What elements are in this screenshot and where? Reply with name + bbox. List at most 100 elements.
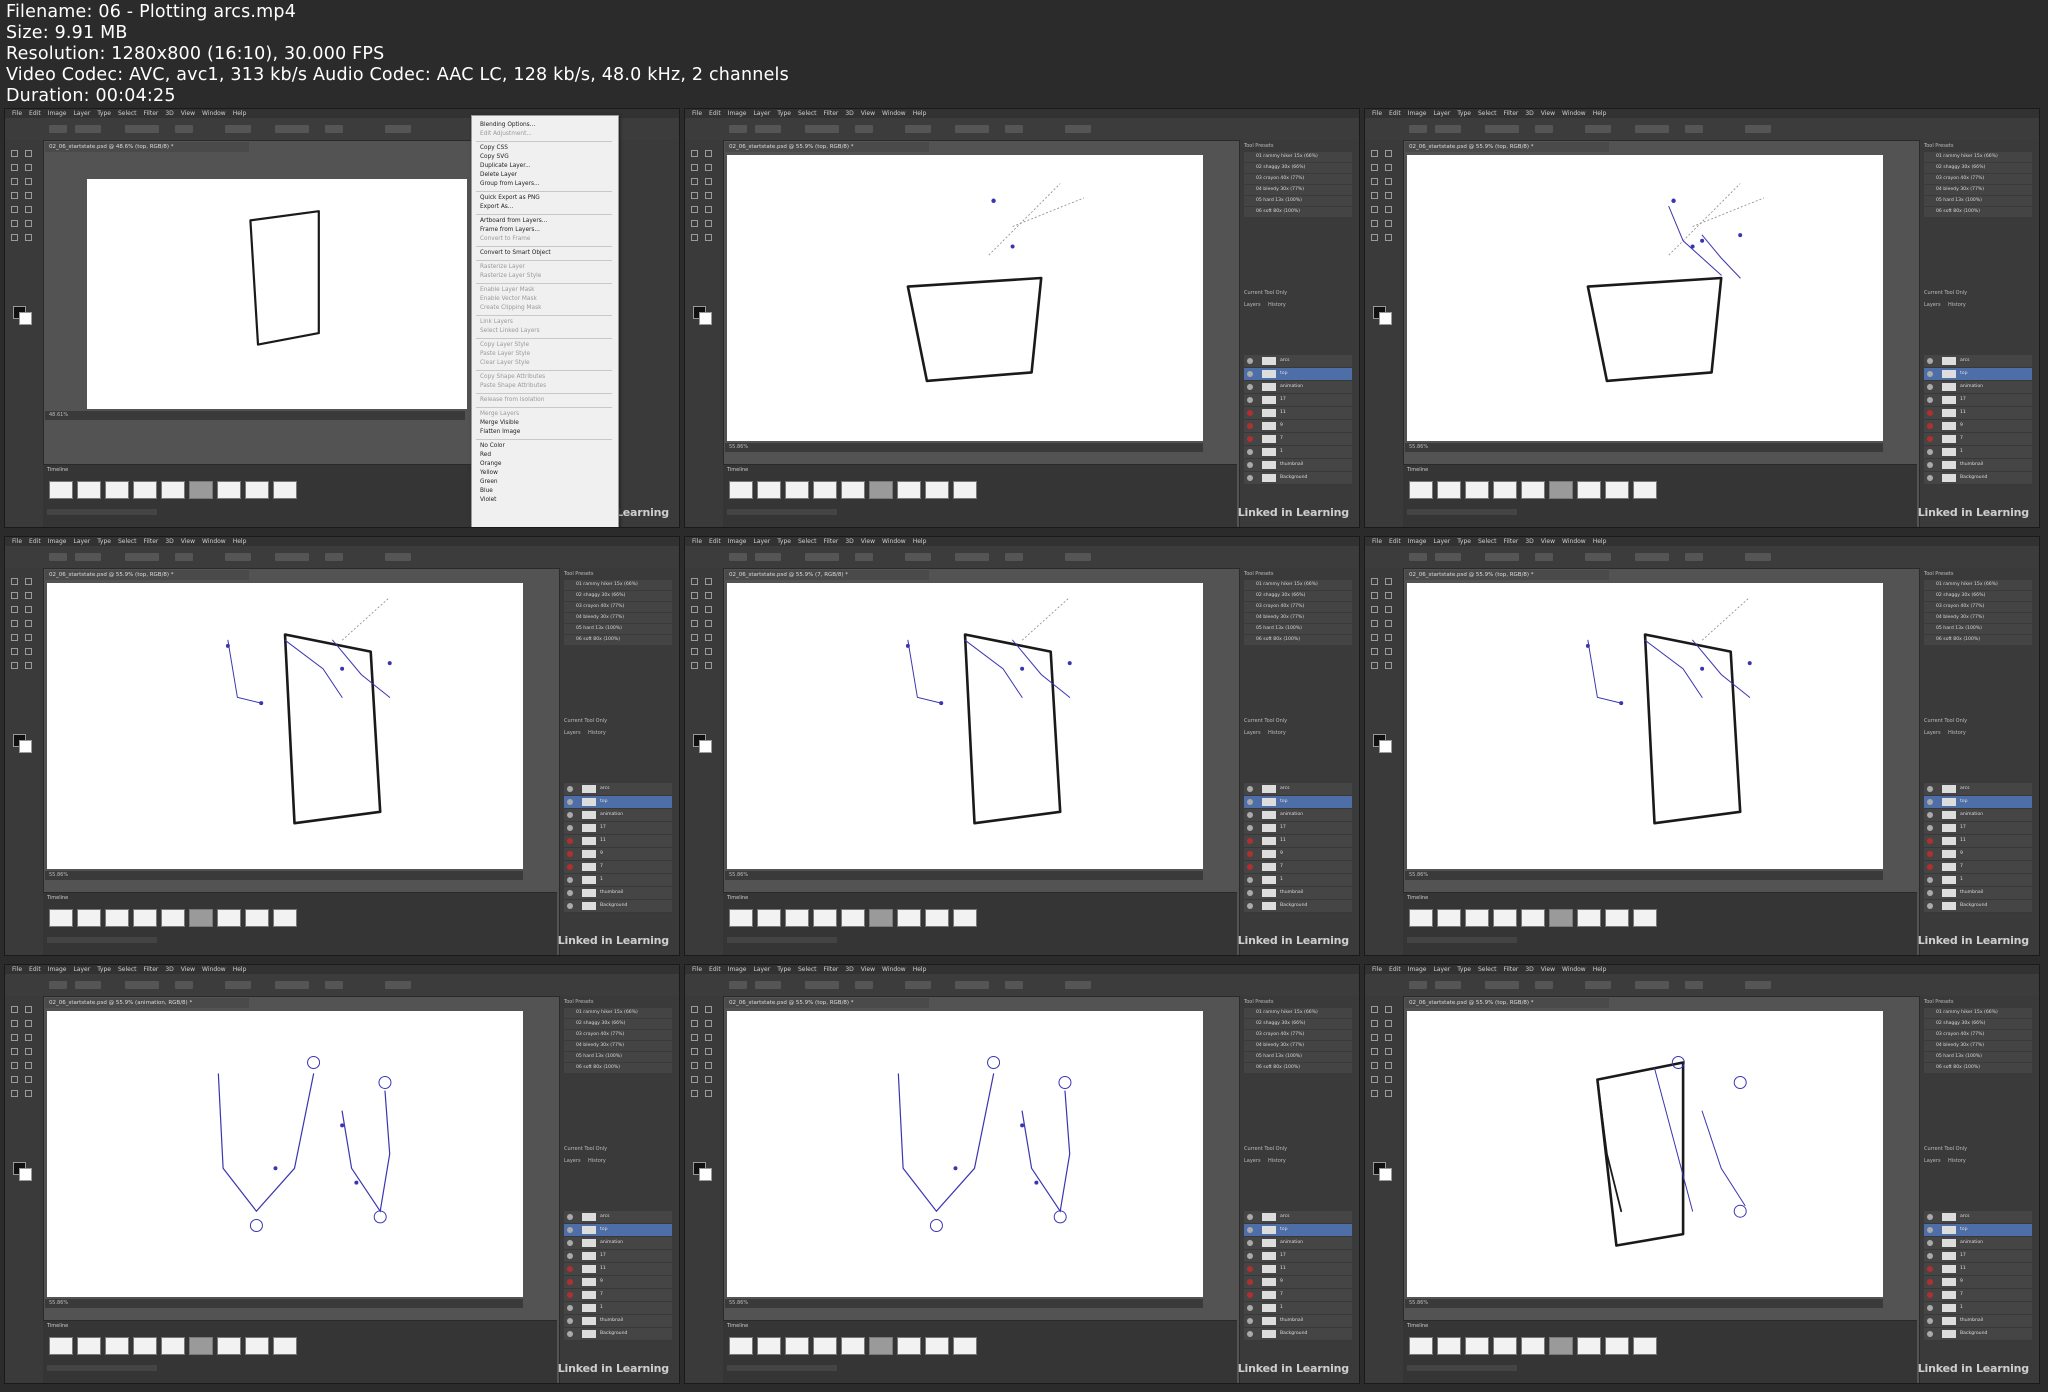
layer-row[interactable]: animation — [1244, 809, 1352, 822]
eye-icon[interactable] — [567, 877, 573, 883]
drawing-canvas[interactable] — [727, 1011, 1203, 1297]
tool-icon[interactable] — [1385, 192, 1392, 199]
option-control[interactable] — [1435, 125, 1461, 133]
drawing-canvas[interactable] — [47, 1011, 523, 1297]
tool-preset-item[interactable]: 04 bleedy 30x (77%) — [1924, 613, 2032, 623]
eye-icon[interactable] — [1247, 812, 1253, 818]
background-color-swatch[interactable] — [19, 312, 32, 325]
layer-row[interactable]: top — [1244, 1224, 1352, 1237]
eye-icon[interactable] — [567, 799, 573, 805]
tool-icon[interactable] — [1371, 164, 1378, 171]
option-control[interactable] — [1065, 981, 1091, 989]
timeline-frame[interactable] — [785, 909, 809, 927]
option-control[interactable] — [49, 553, 67, 561]
timeline-frame[interactable] — [49, 909, 73, 927]
playback-controls[interactable] — [727, 1365, 837, 1371]
layer-row[interactable]: arcs — [1924, 1211, 2032, 1224]
menu-filter[interactable]: Filter — [144, 538, 159, 545]
tool-preset-item[interactable]: 06 soft 80x (100%) — [564, 1063, 672, 1073]
timeline-frame[interactable] — [133, 909, 157, 927]
timeline-frame[interactable] — [869, 481, 893, 499]
eye-icon[interactable] — [1247, 1227, 1253, 1233]
timeline-frame[interactable] — [897, 1337, 921, 1355]
eye-icon[interactable] — [1247, 358, 1253, 364]
tool-preset-item[interactable]: 06 soft 80x (100%) — [1244, 207, 1352, 217]
option-control[interactable] — [75, 981, 101, 989]
layer-row[interactable]: 1 — [1924, 874, 2032, 887]
tool-preset-item[interactable]: 02 shaggy 30x (66%) — [564, 1019, 672, 1029]
timeline-frame[interactable] — [953, 481, 977, 499]
timeline-frame[interactable] — [729, 1337, 753, 1355]
playback-controls[interactable] — [47, 1365, 157, 1371]
timeline-frame[interactable] — [245, 481, 269, 499]
tool-icon[interactable] — [11, 1034, 18, 1041]
option-control[interactable] — [1585, 981, 1611, 989]
eye-icon[interactable] — [1927, 1253, 1933, 1259]
tool-icon[interactable] — [1385, 1048, 1392, 1055]
timeline-frame[interactable] — [953, 909, 977, 927]
tool-icon[interactable] — [705, 164, 712, 171]
tool-preset-item[interactable]: 03 crayon 40x (77%) — [1244, 602, 1352, 612]
layer-row[interactable]: animation — [1924, 809, 2032, 822]
tool-icon[interactable] — [705, 220, 712, 227]
menu-edit[interactable]: Edit — [1389, 110, 1401, 117]
tool-icon[interactable] — [691, 592, 698, 599]
eye-icon[interactable] — [1927, 812, 1933, 818]
layer-row[interactable]: animation — [1244, 381, 1352, 394]
eye-icon[interactable] — [1247, 903, 1253, 909]
eye-icon[interactable] — [1927, 786, 1933, 792]
layer-row[interactable]: Background — [1924, 900, 2032, 913]
timeline-frame[interactable] — [1577, 909, 1601, 927]
tool-preset-item[interactable]: 04 bleedy 30x (77%) — [1924, 185, 2032, 195]
tool-icon[interactable] — [1385, 592, 1392, 599]
timeline-frame[interactable] — [841, 481, 865, 499]
layers-tab[interactable]: Layers — [564, 1158, 581, 1164]
layer-row[interactable]: thumbnail — [564, 1315, 672, 1328]
eye-icon[interactable] — [1927, 462, 1933, 468]
timeline-frame[interactable] — [273, 909, 297, 927]
layers-tab[interactable]: Layers — [1244, 1158, 1261, 1164]
menu-window[interactable]: Window — [882, 110, 906, 117]
tool-icon[interactable] — [1371, 192, 1378, 199]
option-control[interactable] — [225, 553, 251, 561]
layer-row[interactable]: top — [1244, 368, 1352, 381]
timeline-frame[interactable] — [1521, 1337, 1545, 1355]
option-control[interactable] — [325, 981, 343, 989]
menu-filter[interactable]: Filter — [1504, 110, 1519, 117]
timeline-frame[interactable] — [217, 909, 241, 927]
tool-icon[interactable] — [11, 662, 18, 669]
layer-row[interactable]: arcs — [564, 783, 672, 796]
tool-icon[interactable] — [25, 1048, 32, 1055]
layer-row[interactable]: animation — [1924, 381, 2032, 394]
menu-3d[interactable]: 3D — [165, 110, 173, 117]
option-control[interactable] — [1745, 981, 1771, 989]
timeline-frame[interactable] — [77, 909, 101, 927]
tool-icon[interactable] — [691, 206, 698, 213]
timeline-frame[interactable] — [729, 909, 753, 927]
layers-tab[interactable]: Layers — [564, 730, 581, 736]
layer-row[interactable]: 7 — [1244, 433, 1352, 446]
drawing-canvas[interactable] — [727, 155, 1203, 441]
menu-layer[interactable]: Layer — [753, 538, 770, 545]
menu-edit[interactable]: Edit — [29, 110, 41, 117]
tool-icon[interactable] — [11, 220, 18, 227]
layer-row[interactable]: Background — [1924, 1328, 2032, 1341]
eye-icon[interactable] — [567, 1331, 573, 1337]
timeline-frame[interactable] — [77, 1337, 101, 1355]
context-menu-item[interactable]: Merge Visible — [480, 420, 519, 427]
tool-icon[interactable] — [691, 662, 698, 669]
menu-help[interactable]: Help — [913, 538, 927, 545]
menu-layer[interactable]: Layer — [1433, 966, 1450, 973]
eye-icon[interactable] — [1247, 462, 1253, 468]
option-control[interactable] — [1485, 981, 1519, 989]
tool-icon[interactable] — [25, 620, 32, 627]
tool-icon[interactable] — [705, 150, 712, 157]
timeline-frame[interactable] — [813, 909, 837, 927]
tool-icon[interactable] — [691, 1006, 698, 1013]
tool-icon[interactable] — [25, 1062, 32, 1069]
tool-icon[interactable] — [1385, 206, 1392, 213]
timeline-frame[interactable] — [757, 1337, 781, 1355]
tool-icon[interactable] — [1385, 662, 1392, 669]
menu-edit[interactable]: Edit — [29, 538, 41, 545]
tool-icon[interactable] — [11, 634, 18, 641]
